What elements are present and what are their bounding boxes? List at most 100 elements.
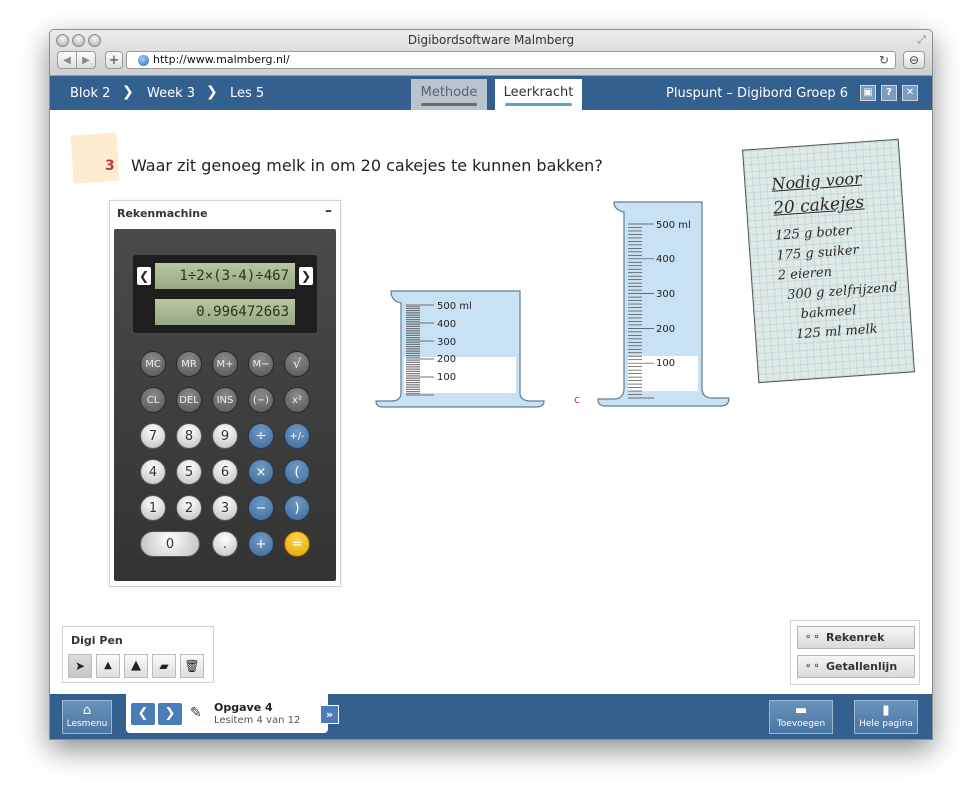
key-5[interactable]: 5 [176, 459, 202, 485]
window-titlebar: Digibordsoftware Malmberg ⤢ ◀ ▶ + http:/… [50, 30, 932, 76]
key-m-plus[interactable]: M+ [212, 351, 238, 377]
breadcrumb-les[interactable]: Les 5 [230, 86, 264, 101]
key-cl[interactable]: CL [140, 387, 166, 413]
key-open-paren[interactable]: ( [284, 459, 310, 485]
lesson-content: 3 Waar zit genoeg melk in om 20 cakejes … [50, 110, 932, 694]
tab-methode[interactable]: Methode [411, 79, 487, 110]
hele-pagina-button[interactable]: ▮ Hele pagina [854, 700, 918, 734]
lesmenu-button[interactable]: ⌂ Lesmenu [62, 700, 112, 734]
tick-label-400: 400 [656, 254, 675, 265]
reader-button[interactable]: ⊖ [903, 51, 925, 69]
address-bar[interactable]: http://www.malmberg.nl/ ↻ [126, 51, 896, 69]
beaker-label-c: c [574, 393, 581, 406]
pencil-icon: ✎ [190, 705, 202, 721]
reload-icon[interactable]: ↻ [879, 53, 889, 67]
rekenrek-button[interactable]: ⚬⚬ Rekenrek [797, 626, 915, 649]
key-8[interactable]: 8 [176, 423, 202, 449]
key-6[interactable]: 6 [212, 459, 238, 485]
key-plus-minus[interactable]: +/- [284, 423, 310, 449]
key-9[interactable]: 9 [212, 423, 238, 449]
key-negate[interactable]: (−) [248, 387, 274, 413]
recipe-item: 2 eieren [777, 264, 833, 284]
lesmenu-label: Lesmenu [66, 719, 108, 729]
tab-leerkracht[interactable]: Leerkracht [495, 79, 582, 110]
key-sqrt[interactable]: √ [284, 351, 310, 377]
fullscreen-button[interactable]: ▣ [860, 85, 876, 101]
back-button[interactable]: ◀ [57, 51, 77, 69]
key-ins[interactable]: INS [212, 387, 238, 413]
fast-forward-button[interactable]: » [320, 705, 339, 724]
prev-opgave-button[interactable]: ❮ [131, 703, 155, 725]
key-add[interactable]: + [248, 531, 274, 557]
key-4[interactable]: 4 [140, 459, 166, 485]
tick-label-100: 100 [656, 358, 675, 369]
home-icon: ⌂ [82, 703, 92, 718]
tick-label-300: 300 [437, 337, 456, 348]
digipen-title: Digi Pen [71, 634, 123, 647]
fullscreen-arrows-icon[interactable]: ⤢ [917, 33, 926, 47]
app-header: Blok 2 ❯ Week 3 ❯ Les 5 Methode Leerkrac… [50, 76, 932, 110]
calculator-expression: 1÷2×(3-4)÷467 [155, 263, 295, 289]
hele-pagina-label: Hele pagina [859, 719, 913, 729]
minimize-icon[interactable]: – [325, 203, 332, 219]
forward-button[interactable]: ▶ [76, 51, 96, 69]
toevoegen-button[interactable]: ▬ Toevoegen [769, 700, 833, 734]
key-subtract[interactable]: − [248, 495, 274, 521]
key-decimal[interactable]: . [212, 531, 238, 557]
calculator-body: ❮ 1÷2×(3-4)÷467 ❯ 0.996472663 MC MR M+ M… [114, 229, 336, 581]
opgave-subtitle: Lesitem 4 van 12 [214, 715, 301, 726]
tick-label-200: 200 [437, 354, 456, 365]
globe-icon [138, 55, 149, 66]
key-0[interactable]: 0 [140, 531, 200, 557]
next-opgave-button[interactable]: ❯ [158, 703, 182, 725]
page-icon: ▮ [882, 703, 890, 718]
chevron-right-icon: ❯ [206, 84, 218, 100]
key-close-paren[interactable]: ) [284, 495, 310, 521]
key-divide[interactable]: ÷ [248, 423, 274, 449]
help-button[interactable]: ? [881, 85, 897, 101]
key-mr[interactable]: MR [176, 351, 202, 377]
key-multiply[interactable]: × [248, 459, 274, 485]
pen-tool-icon[interactable]: ▲ [96, 654, 120, 678]
key-mc[interactable]: MC [140, 351, 166, 377]
measuring-cylinder: 500 ml 400 300 200 100 [597, 201, 730, 407]
history-next-button[interactable]: ❯ [299, 267, 313, 285]
key-square[interactable]: x² [284, 387, 310, 413]
trash-icon[interactable]: 🗑 [180, 654, 204, 678]
digipen-panel: Digi Pen ➤ ▲ ▲ ▰ 🗑 [62, 626, 214, 683]
slider-icon: ⚬⚬ [804, 661, 821, 672]
calculator-panel[interactable]: Rekenmachine – ❮ 1÷2×(3-4)÷467 ❯ 0.99647… [109, 200, 341, 587]
recipe-item: 125 g boter [774, 223, 853, 244]
eraser-tool-icon[interactable]: ▰ [152, 654, 176, 678]
key-equals[interactable]: = [284, 531, 310, 557]
key-m-minus[interactable]: M− [248, 351, 274, 377]
toolbox-icon: ▬ [794, 703, 808, 718]
browser-window: Digibordsoftware Malmberg ⤢ ◀ ▶ + http:/… [49, 29, 933, 740]
bottom-navigation: ⌂ Lesmenu ❮ ❯ ✎ Opgave 4 Lesitem 4 van 1… [50, 693, 932, 739]
url-text: http://www.malmberg.nl/ [153, 53, 290, 66]
rekenrek-label: Rekenrek [826, 631, 885, 644]
close-button[interactable]: ✕ [902, 85, 918, 101]
calculator-result: 0.996472663 [155, 299, 295, 325]
marker-tool-icon[interactable]: ▲ [124, 654, 148, 678]
slider-icon: ⚬⚬ [804, 632, 821, 643]
breadcrumb-week[interactable]: Week 3 [147, 86, 195, 101]
side-tools-panel: ⚬⚬ Rekenrek ⚬⚬ Getallenlijn [790, 620, 920, 685]
recipe-item: 300 g zelfrijzend [786, 280, 899, 303]
calculator-display: ❮ 1÷2×(3-4)÷467 ❯ 0.996472663 [133, 255, 317, 333]
key-3[interactable]: 3 [212, 495, 238, 521]
tick-label-400: 400 [437, 319, 456, 330]
key-1[interactable]: 1 [140, 495, 166, 521]
calculator-title: Rekenmachine [117, 207, 208, 220]
key-del[interactable]: DEL [176, 387, 202, 413]
key-2[interactable]: 2 [176, 495, 202, 521]
breadcrumb-blok[interactable]: Blok 2 [70, 86, 110, 101]
key-7[interactable]: 7 [140, 423, 166, 449]
pointer-tool-icon[interactable]: ➤ [68, 654, 92, 678]
getallenlijn-button[interactable]: ⚬⚬ Getallenlijn [797, 655, 915, 678]
tick-label-300: 300 [656, 289, 675, 300]
getallenlijn-label: Getallenlijn [826, 660, 898, 673]
add-bookmark-button[interactable]: + [105, 51, 123, 69]
history-prev-button[interactable]: ❮ [137, 267, 151, 285]
opgave-title: Opgave 4 [214, 701, 273, 714]
